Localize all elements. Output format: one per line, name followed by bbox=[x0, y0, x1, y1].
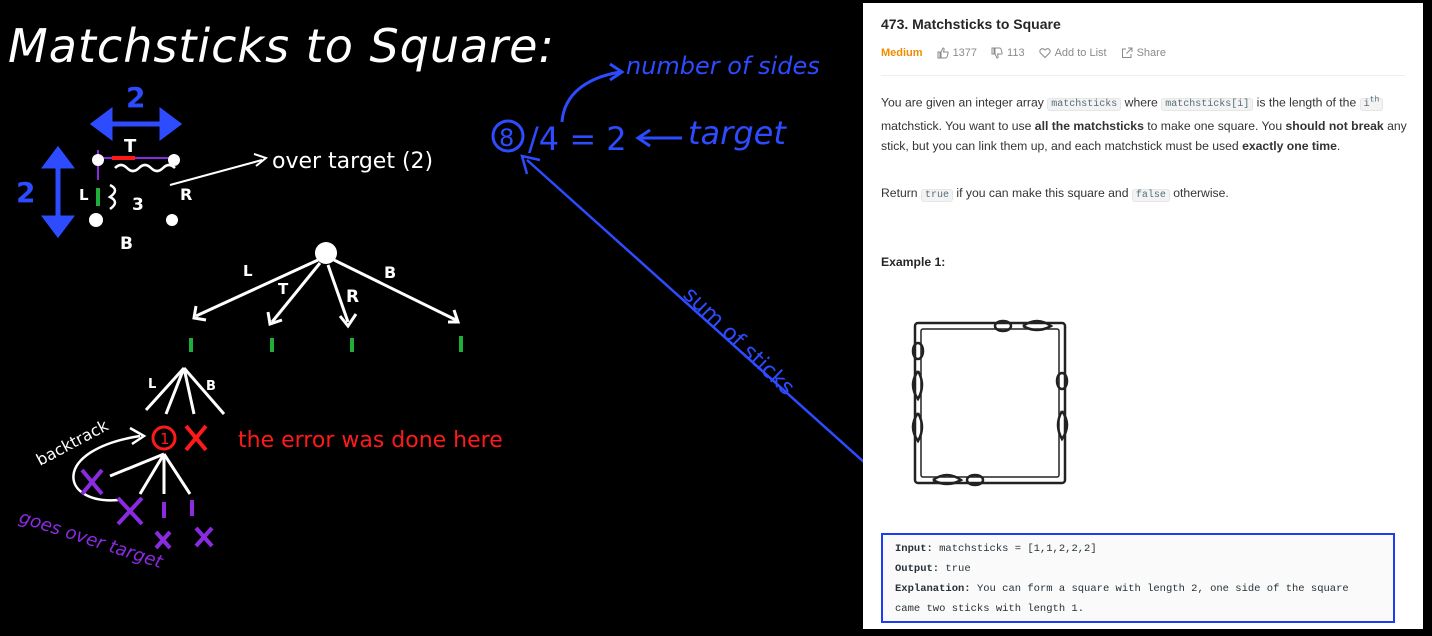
dim-top-label: 2 bbox=[126, 81, 145, 114]
sum-of-sticks-note: sum of sticks bbox=[678, 282, 799, 400]
target-note: target bbox=[688, 114, 787, 152]
output-label: Output: bbox=[895, 563, 940, 575]
over-target-branches bbox=[109, 452, 192, 495]
tree-edge-R: R bbox=[346, 287, 359, 307]
code-matchsticks: matchsticks bbox=[1047, 98, 1122, 112]
like-button[interactable]: 1377 bbox=[937, 47, 977, 59]
share-button[interactable]: Share bbox=[1121, 47, 1166, 59]
code-i-th: ith bbox=[1359, 96, 1384, 112]
square-label-3: 3 bbox=[132, 195, 144, 215]
share-icon bbox=[1121, 47, 1133, 58]
return-text-3: otherwise. bbox=[1173, 186, 1229, 200]
example-output-line: Output: true bbox=[895, 563, 971, 575]
error-note: the error was done here bbox=[238, 428, 503, 453]
meta-divider bbox=[881, 75, 1405, 76]
error-x-mark bbox=[184, 424, 208, 452]
left-dimension-arrow bbox=[41, 145, 75, 239]
tree-edge-L: L bbox=[243, 262, 253, 280]
code-false: false bbox=[1131, 189, 1170, 202]
example-box: Input: matchsticks = [1,1,2,2,2] Output:… bbox=[881, 533, 1395, 623]
dislike-button[interactable]: 113 bbox=[991, 47, 1025, 59]
target-arrow bbox=[635, 128, 682, 148]
backtrack-note: backtrack bbox=[33, 415, 112, 469]
goes-over-target-note: goes over target bbox=[16, 507, 166, 573]
input-value: matchsticks = [1,1,2,2,2] bbox=[939, 543, 1097, 555]
problem-panel: 473. Matchsticks to Square Medium 1377 1… bbox=[863, 3, 1423, 629]
return-text-1: Return bbox=[881, 186, 918, 200]
desc-text-3: is the length of the bbox=[1256, 95, 1357, 110]
input-label: Input: bbox=[895, 543, 933, 555]
number-of-sides-arrow bbox=[560, 62, 625, 123]
desc-text-5: to make one square. You bbox=[1147, 118, 1283, 133]
add-to-list-button[interactable]: Add to List bbox=[1038, 47, 1107, 59]
return-text-2: if you can make this square and bbox=[956, 186, 1129, 200]
subtree-label-B: B bbox=[206, 379, 216, 394]
equation-left: 8 bbox=[499, 124, 514, 152]
heart-icon bbox=[1038, 48, 1051, 59]
example-title: Example 1: bbox=[881, 255, 946, 269]
thumbs-down-icon bbox=[991, 47, 1003, 59]
tree-edge-B: B bbox=[384, 263, 396, 282]
error-node-label: 1 bbox=[160, 430, 170, 448]
likes-count: 1377 bbox=[952, 47, 978, 59]
bold-exactly-one-time: exactly one time bbox=[1242, 139, 1337, 154]
return-statement: Return true if you can make this square … bbox=[881, 186, 1229, 202]
thumbs-up-icon bbox=[937, 47, 949, 59]
square-label-B: B bbox=[120, 234, 133, 254]
subtree-label-L: L bbox=[148, 377, 156, 392]
bold-all-matchsticks: all the matchsticks bbox=[1034, 118, 1144, 133]
decision-tree bbox=[192, 242, 461, 329]
output-value: true bbox=[945, 563, 971, 575]
square-sketch bbox=[89, 150, 180, 227]
difficulty-badge: Medium bbox=[881, 47, 923, 59]
problem-title[interactable]: 473. Matchsticks to Square bbox=[881, 16, 1061, 32]
example-explanation-line: Explanation: You can form a square with … bbox=[895, 583, 1349, 595]
over-target-arrow bbox=[169, 153, 269, 186]
desc-text-2: where bbox=[1124, 95, 1158, 110]
bold-should-not-break: should not break bbox=[1285, 118, 1384, 133]
desc-text-1: You are given an integer array bbox=[881, 95, 1044, 110]
explanation-label: Explanation: bbox=[895, 583, 971, 595]
code-true: true bbox=[920, 189, 953, 202]
desc-text-4: matchstick. You want to use bbox=[881, 118, 1032, 133]
code-matchsticks-i: matchsticks[i] bbox=[1161, 98, 1254, 112]
dislikes-count: 113 bbox=[1007, 47, 1025, 59]
tree-leaves bbox=[189, 336, 463, 352]
board-title: Matchsticks to Square: bbox=[8, 19, 555, 73]
equation-rest: /4 = 2 bbox=[528, 120, 627, 158]
problem-description: You are given an integer array matchstic… bbox=[881, 91, 1411, 157]
example-explanation-line-2: came two sticks with length 1. bbox=[895, 603, 1084, 615]
number-of-sides-note: number of sides bbox=[626, 52, 820, 80]
square-label-R: R bbox=[180, 185, 192, 204]
dim-left-label: 2 bbox=[16, 176, 35, 209]
desc-text-7: . bbox=[1336, 139, 1341, 154]
explanation-text-1: You can form a square with length 2, one… bbox=[976, 583, 1349, 595]
tree-edge-T: T bbox=[278, 280, 289, 298]
add-to-list-label: Add to List bbox=[1054, 47, 1107, 59]
square-label-L: L bbox=[79, 186, 89, 204]
top-dimension-arrow bbox=[89, 107, 183, 141]
problem-meta-bar: Medium 1377 113 Add to List Share bbox=[881, 47, 1166, 59]
matchstick-square-illustration bbox=[911, 319, 1069, 487]
share-label: Share bbox=[1136, 47, 1166, 59]
square-label-T: T bbox=[124, 136, 137, 157]
example-input-line: Input: matchsticks = [1,1,2,2,2] bbox=[895, 543, 1097, 555]
over-target-note: over target (2) bbox=[272, 149, 433, 174]
superscript-th: th bbox=[1369, 96, 1380, 105]
explanation-text-2: came two sticks with length 1. bbox=[895, 603, 1085, 615]
